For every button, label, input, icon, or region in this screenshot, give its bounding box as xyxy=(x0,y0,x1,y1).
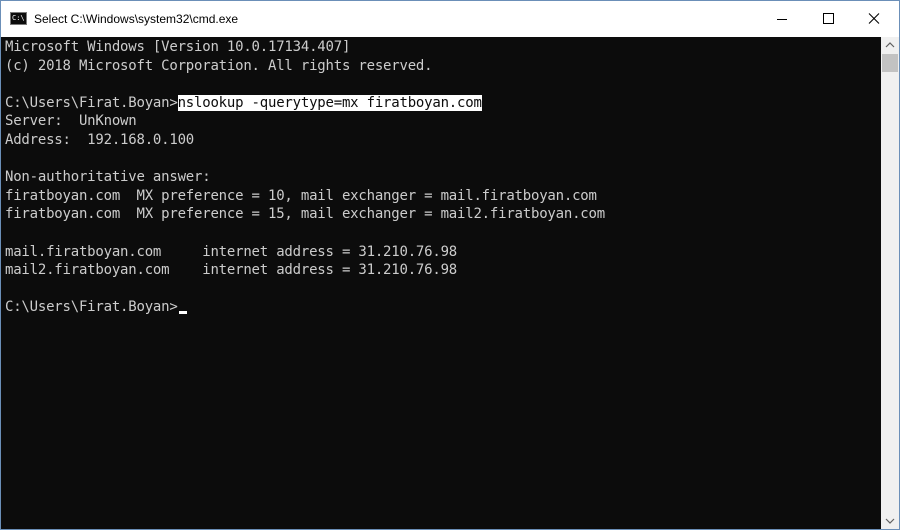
close-icon xyxy=(868,13,880,24)
window-title: Select C:\Windows\system32\cmd.exe xyxy=(34,12,239,26)
console-line: Microsoft Windows [Version 10.0.17134.40… xyxy=(5,39,351,55)
prompt: C:\Users\Firat.Boyan> xyxy=(5,299,178,316)
scroll-thumb[interactable] xyxy=(882,54,898,72)
console-line: Server: UnKnown xyxy=(5,113,137,130)
console-command-line: C:\Users\Firat.Boyan>nslookup -querytype… xyxy=(5,94,482,112)
console-line: firatboyan.com MX preference = 10, mail … xyxy=(5,187,597,204)
console-line: (c) 2018 Microsoft Corporation. All righ… xyxy=(5,57,433,74)
cmd-window: C:\ Select C:\Windows\system32\cmd.exe M… xyxy=(0,0,900,530)
console-line: Non-authoritative answer: xyxy=(5,169,211,186)
title-bar[interactable]: C:\ Select C:\Windows\system32\cmd.exe xyxy=(1,1,899,37)
console-line: firatboyan.com MX preference = 15, mail … xyxy=(5,206,605,223)
text-cursor xyxy=(178,311,187,315)
scroll-up-arrow-icon xyxy=(885,42,895,48)
console-line: mail2.firatboyan.com internet address = … xyxy=(5,262,458,279)
console-line: mail.firatboyan.com internet address = 3… xyxy=(5,243,458,260)
console-line: Address: 192.168.0.100 xyxy=(5,132,195,148)
prompt: C:\Users\Firat.Boyan> xyxy=(5,94,178,111)
console-output[interactable]: Microsoft Windows [Version 10.0.17134.40… xyxy=(1,37,881,529)
selected-command-text[interactable]: nslookup -querytype=mx firatboyan.com xyxy=(177,94,482,111)
minimize-button[interactable] xyxy=(759,1,805,37)
scroll-up-button[interactable] xyxy=(881,37,899,53)
maximize-icon xyxy=(823,13,834,24)
vertical-scrollbar[interactable] xyxy=(881,37,899,529)
maximize-button[interactable] xyxy=(805,1,851,37)
console-prompt-line: C:\Users\Firat.Boyan> xyxy=(5,298,187,316)
minimize-icon xyxy=(777,19,787,20)
close-button[interactable] xyxy=(851,1,897,37)
cmd-console-icon[interactable]: C:\ xyxy=(10,12,27,25)
scroll-down-button[interactable] xyxy=(881,513,899,529)
scroll-down-arrow-icon xyxy=(885,518,895,524)
